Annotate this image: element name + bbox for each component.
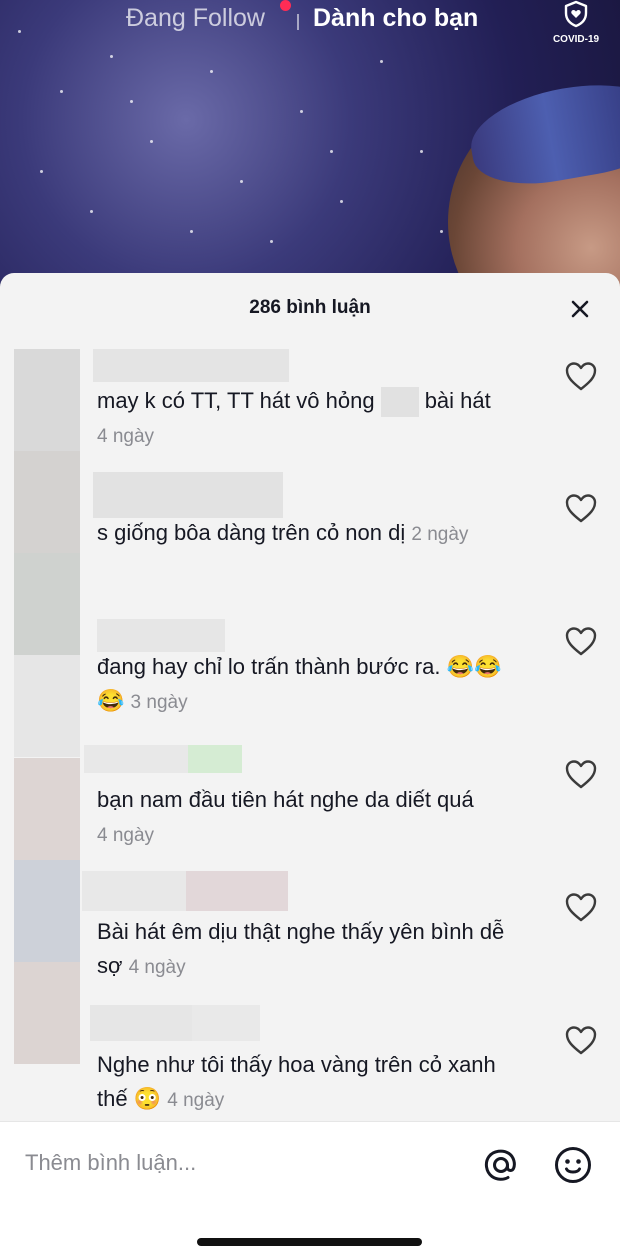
username-redacted-2 [186, 871, 288, 911]
heart-outline-icon [565, 627, 597, 656]
like-button[interactable] [564, 360, 598, 392]
heart-outline-icon [565, 893, 597, 922]
top-tabs: Đang Follow Dành cho bạn COVID-19 [0, 0, 620, 45]
username-redacted[interactable] [84, 745, 188, 773]
emoji-button[interactable] [553, 1145, 593, 1185]
covid-button[interactable]: COVID-19 [546, 0, 606, 45]
like-button[interactable] [564, 492, 598, 524]
username-redacted-2 [192, 1005, 260, 1041]
like-button[interactable] [564, 758, 598, 790]
username-redacted[interactable] [93, 349, 289, 382]
heart-outline-icon [565, 760, 597, 789]
comment-time: 2 ngày [411, 524, 469, 545]
tab-for-you[interactable]: Dành cho bạn [313, 4, 478, 33]
heart-outline-icon [565, 362, 597, 391]
tab-following[interactable]: Đang Follow [126, 4, 265, 33]
username-redacted[interactable] [82, 871, 186, 911]
comment-item[interactable]: Nghe như tôi thấy hoa vàng trên cỏ xanh … [97, 1048, 527, 1118]
heart-outline-icon [565, 1026, 597, 1055]
comment-text: Nghe như tôi thấy hoa vàng trên cỏ xanh … [97, 1052, 496, 1111]
comment-item[interactable]: may k có TT, TT hát vô hỏng bài hát 4 ng… [97, 384, 527, 454]
comment-item[interactable]: s giống bôa dàng trên cỏ non dị 2 ngày [97, 516, 527, 552]
video-background[interactable] [0, 0, 620, 300]
comment-time: 4 ngày [167, 1090, 225, 1111]
comment-time: 4 ngày [97, 426, 155, 447]
comment-text: may k có TT, TT hát vô hỏng [97, 388, 375, 413]
close-icon [571, 300, 589, 318]
shield-heart-icon [564, 0, 588, 28]
avatar[interactable] [14, 962, 80, 1064]
heart-outline-icon [565, 494, 597, 523]
avatar[interactable] [14, 349, 80, 451]
comment-time: 4 ngày [97, 825, 155, 846]
comment-text: s giống bôa dàng trên cỏ non dị [97, 520, 406, 545]
home-indicator[interactable] [197, 1238, 422, 1246]
comments-sheet: 286 bình luận may k có TT, TT hát vô hỏn… [0, 273, 620, 1259]
covid-label: COVID-19 [552, 34, 600, 45]
like-button[interactable] [564, 891, 598, 923]
comment-text-after-blur: bài hát [418, 388, 491, 413]
close-button[interactable] [566, 295, 594, 323]
comment-text: bạn nam đầu tiên hát nghe da diết quá [97, 787, 474, 812]
comment-item[interactable]: đang hay chỉ lo trấn thành bước ra. 😂😂😂 … [97, 650, 527, 720]
username-redacted-2 [188, 745, 242, 773]
comment-count-title: 286 bình luận [249, 297, 371, 318]
username-redacted[interactable] [93, 472, 283, 518]
comment-input[interactable]: Thêm bình luận... [25, 1150, 196, 1176]
like-button[interactable] [564, 1024, 598, 1056]
comment-item[interactable]: bạn nam đầu tiên hát nghe da diết quá 4 … [97, 783, 527, 853]
comment-input-bar: Thêm bình luận... [0, 1121, 620, 1260]
tab-separator [297, 14, 299, 30]
avatar[interactable] [14, 860, 80, 962]
username-redacted[interactable] [90, 1005, 192, 1041]
like-button[interactable] [564, 625, 598, 657]
comment-item[interactable]: Bài hát êm dịu thật nghe thấy yên bình d… [97, 915, 527, 985]
new-content-dot [280, 0, 291, 11]
username-redacted[interactable] [97, 619, 225, 652]
comment-time: 4 ngày [128, 957, 186, 978]
redacted-word [380, 387, 419, 418]
avatar[interactable] [14, 655, 80, 757]
comment-time: 3 ngày [130, 692, 188, 713]
mention-button[interactable] [481, 1145, 521, 1185]
avatar[interactable] [14, 553, 80, 655]
smiley-face-icon [555, 1147, 591, 1183]
at-sign-icon [484, 1149, 516, 1181]
avatar[interactable] [14, 758, 80, 860]
avatar[interactable] [14, 451, 80, 553]
